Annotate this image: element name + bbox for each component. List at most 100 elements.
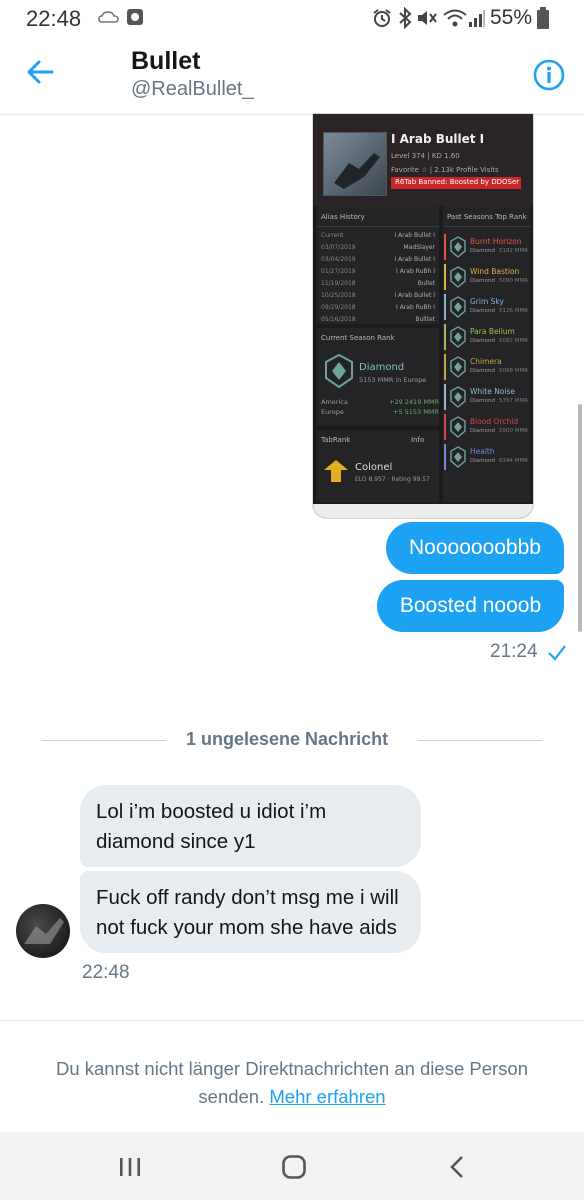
season-name: White Noise xyxy=(470,387,515,396)
current-season-title: Current Season Rank xyxy=(321,334,395,342)
diamond-rank-icon xyxy=(325,354,353,388)
message-text-line: Fuck off randy don’t msg me i will xyxy=(96,886,399,909)
season-color-bar xyxy=(444,444,446,470)
season-name: Blood Orchid xyxy=(470,417,519,426)
tab-rank-name: Colonel xyxy=(355,462,393,473)
info-icon[interactable] xyxy=(533,59,565,91)
cloud-icon xyxy=(98,11,119,23)
season-name: Burnt Horizon xyxy=(470,237,522,246)
alias-name: I Arab Bullet I xyxy=(394,256,435,263)
read-checkmark-icon xyxy=(548,645,566,661)
season-name: Health xyxy=(470,447,495,456)
status-time: 22:48 xyxy=(26,6,82,31)
attached-screenshot[interactable]: I Arab Bullet I Level 374 | KD 1.60 Favo… xyxy=(313,114,533,518)
season-name: Chimera xyxy=(470,357,502,366)
sent-message-bubble[interactable]: Boosted nooob xyxy=(377,580,564,632)
notification-app-icon xyxy=(127,9,143,25)
season-color-bar xyxy=(444,354,446,380)
tab-rank-title: TabRank xyxy=(321,436,351,444)
profile-avatar xyxy=(323,132,387,196)
mute-icon xyxy=(418,11,437,25)
season-mmr: 5357 MMR xyxy=(499,398,529,404)
season-name: Para Bellum xyxy=(470,327,515,336)
alias-name: I Arab RuBh I xyxy=(396,268,435,275)
battery-icon xyxy=(537,7,549,29)
season-rank: Diamond xyxy=(470,458,495,464)
received-timestamp: 22:48 xyxy=(82,962,130,983)
season-rank: Diamond xyxy=(470,278,495,284)
season-rank-icon xyxy=(450,266,466,288)
alias-date: 11/19/2018 xyxy=(321,280,356,287)
screenshot-nav-strip xyxy=(313,504,533,518)
message-text-line: not fuck your mom she have aids xyxy=(96,916,397,939)
alias-date: 03/07/2019 xyxy=(321,244,356,251)
contact-handle: @RealBullet_ xyxy=(131,78,254,100)
alias-name: Bulltet xyxy=(415,316,435,323)
season-rank: Diamond xyxy=(470,428,495,434)
back-arrow-icon[interactable] xyxy=(26,58,54,86)
past-seasons-title: Past Seasons Top Rank xyxy=(447,213,527,221)
wifi-icon xyxy=(443,9,467,27)
message-text-line: Lol i’m boosted u idiot i’m xyxy=(96,800,327,823)
season-rank-icon xyxy=(450,446,466,468)
profile-favorite: Favorite ☆ | 2.13k Profile Visits xyxy=(391,166,499,174)
alias-date: 01/27/2019 xyxy=(321,268,356,275)
region-name: Europe xyxy=(321,408,344,416)
recent-apps-icon[interactable] xyxy=(118,1156,142,1178)
dm-disabled-footer: Du kannst nicht länger Direktnachrichten… xyxy=(0,1020,584,1133)
received-message-bubble[interactable]: Lol i’m boosted u idiot i’m diamond sinc… xyxy=(80,785,421,867)
alias-name: I Arab Bullet I xyxy=(394,292,435,299)
status-bar: 22:48 55% xyxy=(0,0,584,36)
season-rank-icon xyxy=(450,356,466,378)
current-mmr: 5153 MMR in Europe xyxy=(359,376,427,384)
battery-percent: 55% xyxy=(490,6,533,29)
home-icon[interactable] xyxy=(281,1154,307,1180)
season-mmr: 6344 MMR xyxy=(499,458,529,464)
tab-rank-elo: ELO 8,957 · Rating 99.57 xyxy=(355,476,430,483)
alias-name: I Arab RuBh I xyxy=(396,304,435,311)
alias-date: 10/25/2018 xyxy=(321,292,356,299)
message-text: Nooooooobbb xyxy=(409,536,541,559)
message-text: Boosted nooob xyxy=(399,594,542,617)
footer-text-line2: senden. xyxy=(198,1086,265,1107)
season-rank: Diamond xyxy=(470,368,495,374)
profile-name: I Arab Bullet I xyxy=(391,132,485,146)
divider-line-right xyxy=(418,740,542,741)
colonel-rank-icon xyxy=(324,460,348,482)
sent-message-bubble[interactable]: Nooooooobbb xyxy=(386,522,564,574)
back-icon[interactable] xyxy=(449,1154,465,1180)
unread-divider-label: 1 ungelesene Nachricht xyxy=(186,729,389,749)
current-rank: Diamond xyxy=(359,362,405,373)
sent-timestamp: 21:24 xyxy=(490,641,538,662)
season-rank: Diamond xyxy=(470,248,495,254)
alias-history-title: Alias History xyxy=(321,213,365,221)
learn-more-link[interactable]: Mehr erfahren xyxy=(269,1086,385,1107)
alias-date: 05/16/2018 xyxy=(321,316,356,323)
region-value: +5 5153 MMR xyxy=(393,408,439,416)
sender-avatar[interactable] xyxy=(16,904,70,958)
alias-date: 09/29/2018 xyxy=(321,304,356,311)
season-rank-icon xyxy=(450,386,466,408)
signal-icon xyxy=(469,10,485,27)
season-mmr: 5090 MMR xyxy=(499,278,529,284)
season-name: Wind Bastion xyxy=(470,267,520,276)
alias-date: Current xyxy=(321,232,344,239)
season-rank: Diamond xyxy=(470,338,495,344)
season-rank: Diamond xyxy=(470,308,495,314)
season-mmr: 5182 MMR xyxy=(499,248,529,254)
season-rank-icon xyxy=(450,296,466,318)
season-color-bar xyxy=(444,294,446,320)
footer-text-line1: Du kannst nicht länger Direktnachrichten… xyxy=(55,1058,528,1079)
season-rank-icon xyxy=(450,236,466,258)
season-mmr: 5900 MMR xyxy=(499,428,529,434)
season-rank-icon xyxy=(450,326,466,348)
season-mmr: 5126 MMR xyxy=(499,308,529,314)
received-message-bubble[interactable]: Fuck off randy don’t msg me i will not f… xyxy=(80,871,421,953)
season-color-bar xyxy=(444,414,446,440)
season-mmr: 5082 MMR xyxy=(499,338,529,344)
divider-line-left xyxy=(42,740,166,741)
scrollbar[interactable] xyxy=(578,404,582,632)
alarm-icon xyxy=(373,9,391,27)
alias-name: MadSlayer xyxy=(403,244,435,251)
season-name: Grim Sky xyxy=(470,297,504,306)
